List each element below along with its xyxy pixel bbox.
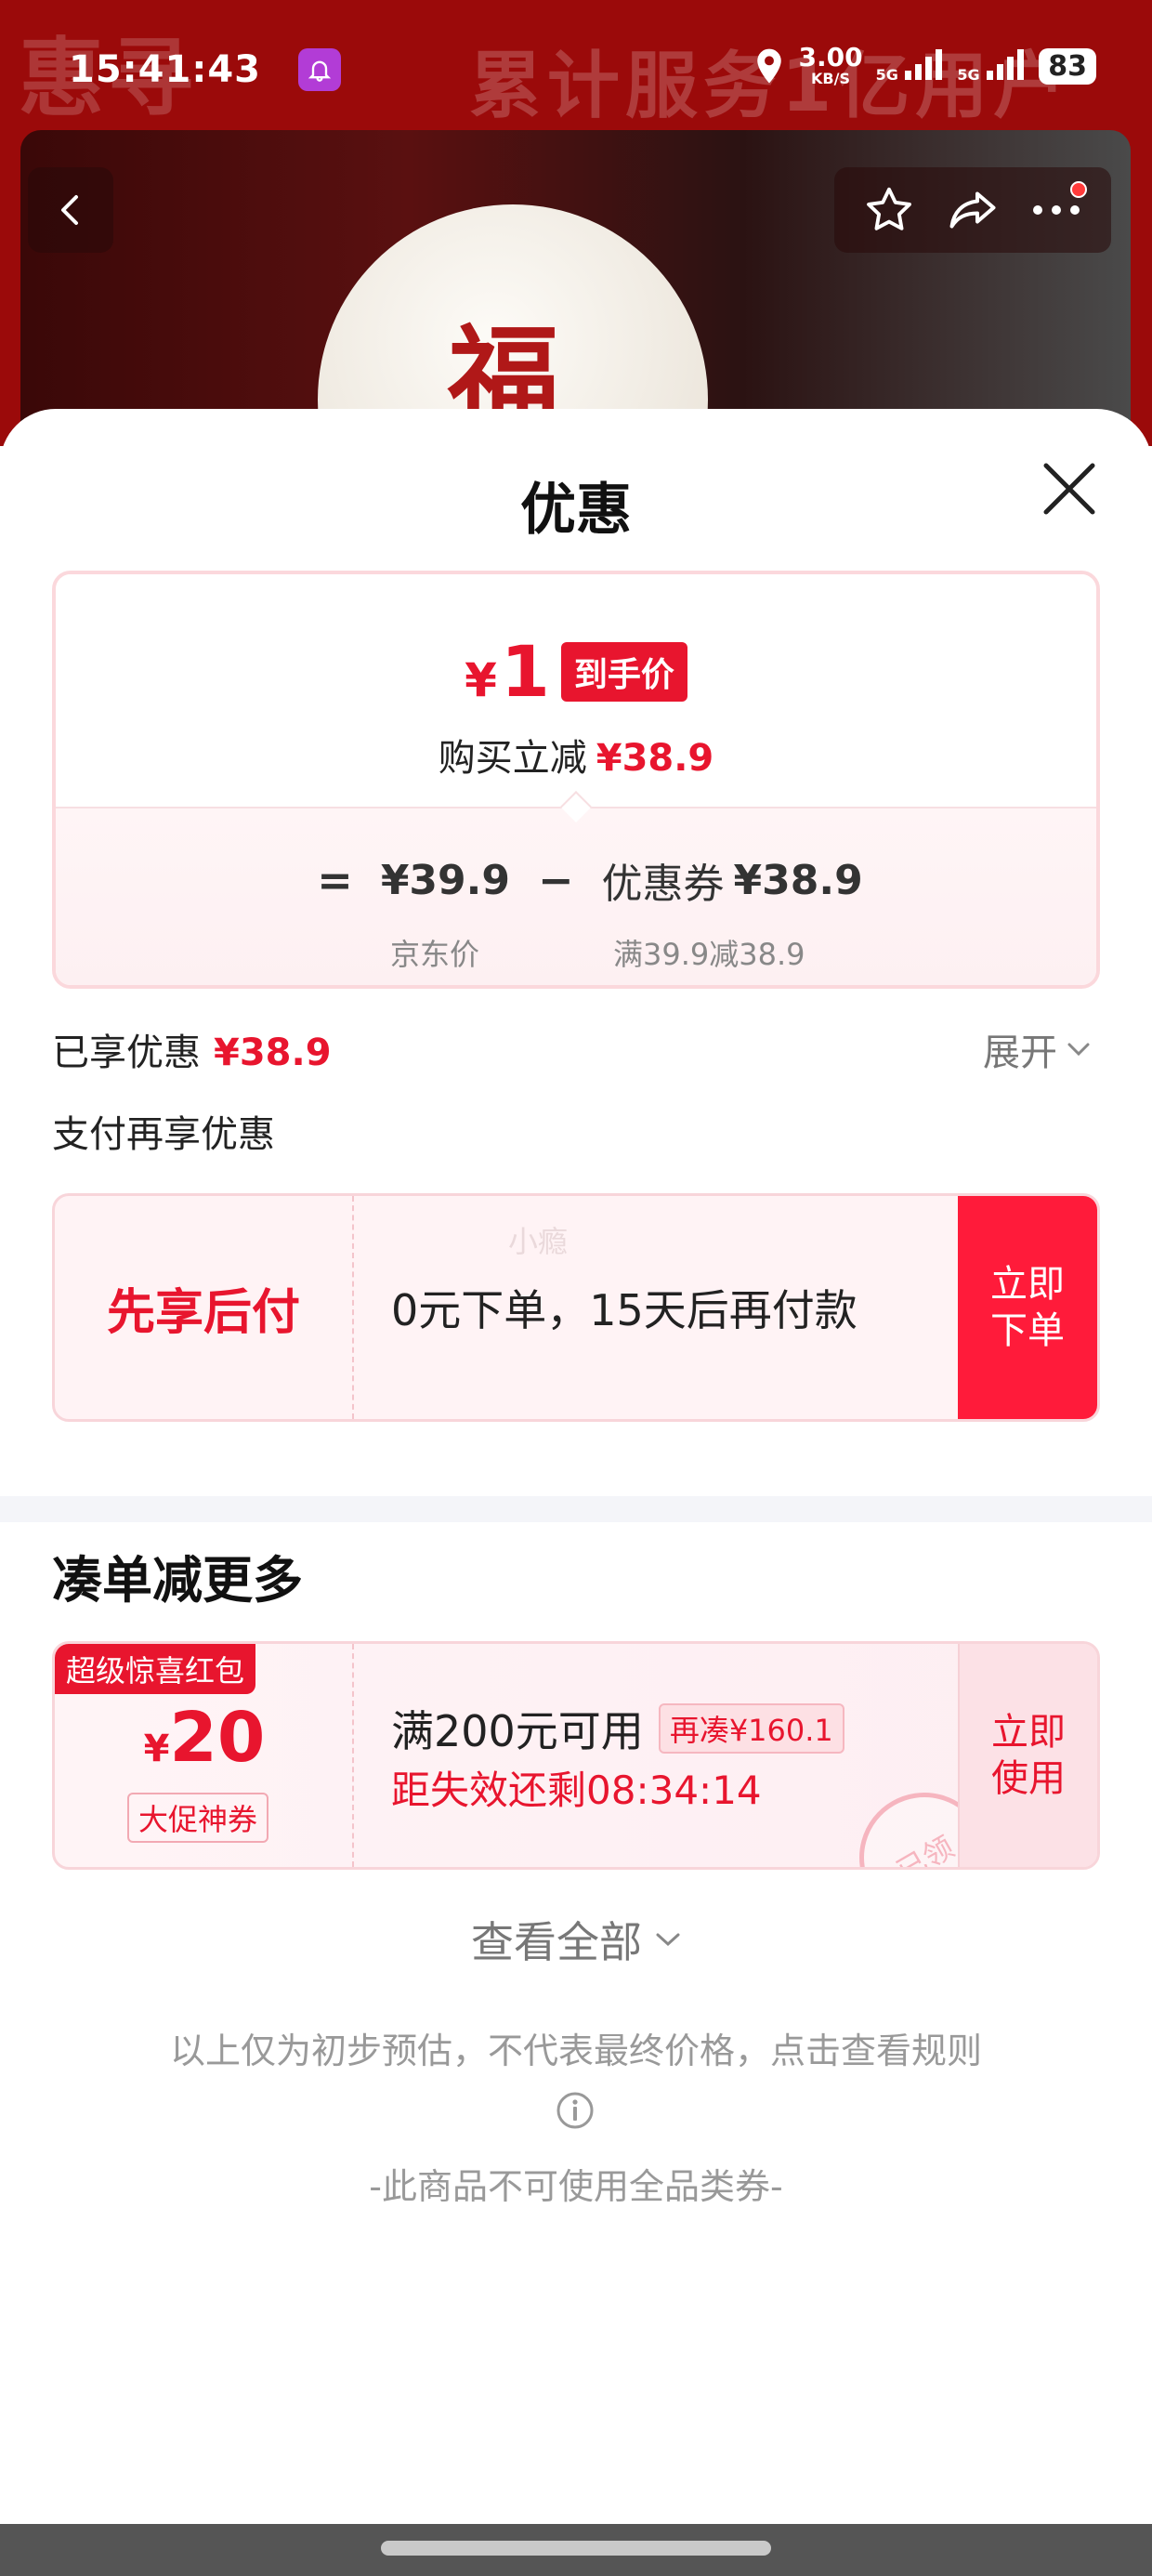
coupon-condition: 满200元可用 — [391, 1706, 644, 1756]
star-icon — [867, 187, 911, 230]
view-all-button[interactable]: 查看全部 — [0, 1909, 1152, 1970]
minus-sign: − — [538, 855, 574, 905]
expand-button[interactable]: 展开 — [983, 1022, 1091, 1076]
more-icon — [1033, 205, 1080, 215]
battery-indicator: 83 — [1039, 47, 1096, 85]
top-actions — [834, 167, 1111, 253]
discount-sheet: 优惠 ¥1 到手价 购买立减 ¥38.9 = ¥39.9 − 优惠券 ¥38.9 … — [0, 409, 1152, 2520]
price-card: ¥1 到手价 购买立减 ¥38.9 = ¥39.9 − 优惠券 ¥38.9 京东价… — [52, 571, 1100, 989]
pay-more-title: 支付再享优惠 — [52, 1113, 275, 1156]
price-formula: = ¥39.9 − 优惠券 ¥38.9 — [56, 850, 1096, 910]
coupon-condition: 满39.9减38.9 — [613, 937, 805, 972]
home-indicator[interactable] — [381, 2541, 771, 2556]
location-icon — [757, 48, 782, 84]
more-discount-title: 凑单减更多 — [52, 1551, 303, 1610]
coupon-countdown: 距失效还剩08:34:14 — [391, 1768, 762, 1813]
chevron-down-icon — [1067, 1043, 1090, 1057]
chevron-down-icon — [656, 1933, 680, 1947]
bnpl-title: 先享后付 — [55, 1196, 354, 1419]
close-icon[interactable] — [1041, 460, 1098, 518]
info-icon[interactable] — [556, 2091, 595, 2130]
bnpl-description: 0元下单，15天后再付款 — [391, 1285, 857, 1335]
back-icon — [61, 195, 78, 225]
final-price: ¥1 — [465, 630, 550, 713]
share-icon — [949, 191, 996, 229]
signal-icon — [905, 49, 943, 80]
bnpl-card[interactable]: 先享后付 小瘾 0元下单，15天后再付款 立即下单 — [52, 1193, 1100, 1422]
network-speed: 3.00 KB/S — [798, 42, 863, 87]
status-bar: 15:41:43 3.00 KB/S 5G 5G 83 — [0, 0, 1152, 139]
sim2-signal: 5G — [957, 48, 1026, 84]
coupon-amount: ¥38.9 — [733, 856, 863, 904]
price-breakdown: = ¥39.9 − 优惠券 ¥38.9 京东价 满39.9减38.9 — [56, 807, 1096, 985]
sim1-signal: 5G — [876, 48, 945, 84]
coupon-badge: 超级惊喜红包 — [55, 1644, 256, 1694]
bell-icon — [297, 48, 341, 91]
clock: 15:41:43 — [69, 48, 261, 91]
notification-dot — [1070, 181, 1087, 198]
use-now-button[interactable]: 立即使用 — [958, 1644, 1097, 1867]
final-price-row: ¥1 到手价 — [56, 630, 1096, 713]
status-icons: 3.00 KB/S 5G 5G 83 — [753, 45, 1096, 87]
equals-sign: = — [317, 855, 353, 905]
no-coupon-note: -此商品不可使用全品类券- — [369, 2166, 783, 2207]
signal-icon — [987, 49, 1025, 80]
coupon-value: 超级惊喜红包 ¥20 大促神券 — [55, 1644, 354, 1867]
coupon-condition-row: 满200元可用 再凑¥160.1 — [391, 1698, 844, 1759]
enjoyed-discount: 已享优惠 ¥38.9 — [52, 1032, 332, 1074]
more-button[interactable] — [1024, 177, 1089, 243]
price-disclaimer[interactable]: 以上仅为初步预估，不代表最终价格，点击查看规则 — [0, 2022, 1152, 2073]
jd-price: ¥39.9 — [380, 856, 510, 904]
share-button[interactable] — [940, 177, 1005, 243]
favorite-button[interactable] — [857, 177, 922, 243]
final-price-tag: 到手价 — [560, 641, 687, 702]
back-button[interactable] — [28, 167, 113, 253]
coupon-label: 优惠券 — [601, 861, 725, 908]
instant-reduce: 购买立减 ¥38.9 — [438, 737, 714, 780]
jd-price-label: 京东价 — [390, 937, 480, 972]
coupon-amount: ¥20 — [143, 1698, 266, 1778]
order-now-button[interactable]: 立即下单 — [958, 1196, 1097, 1419]
coupon-card[interactable]: 超级惊喜红包 ¥20 大促神券 满200元可用 再凑¥160.1 距失效还剩08… — [52, 1641, 1100, 1870]
coupon-type: 大促神券 — [127, 1793, 269, 1843]
section-divider — [0, 1496, 1152, 1522]
price-card-top: ¥1 到手价 购买立减 ¥38.9 — [56, 574, 1096, 807]
coupon-gap-tag: 再凑¥160.1 — [658, 1703, 844, 1754]
sheet-title: 优惠 — [520, 478, 632, 543]
